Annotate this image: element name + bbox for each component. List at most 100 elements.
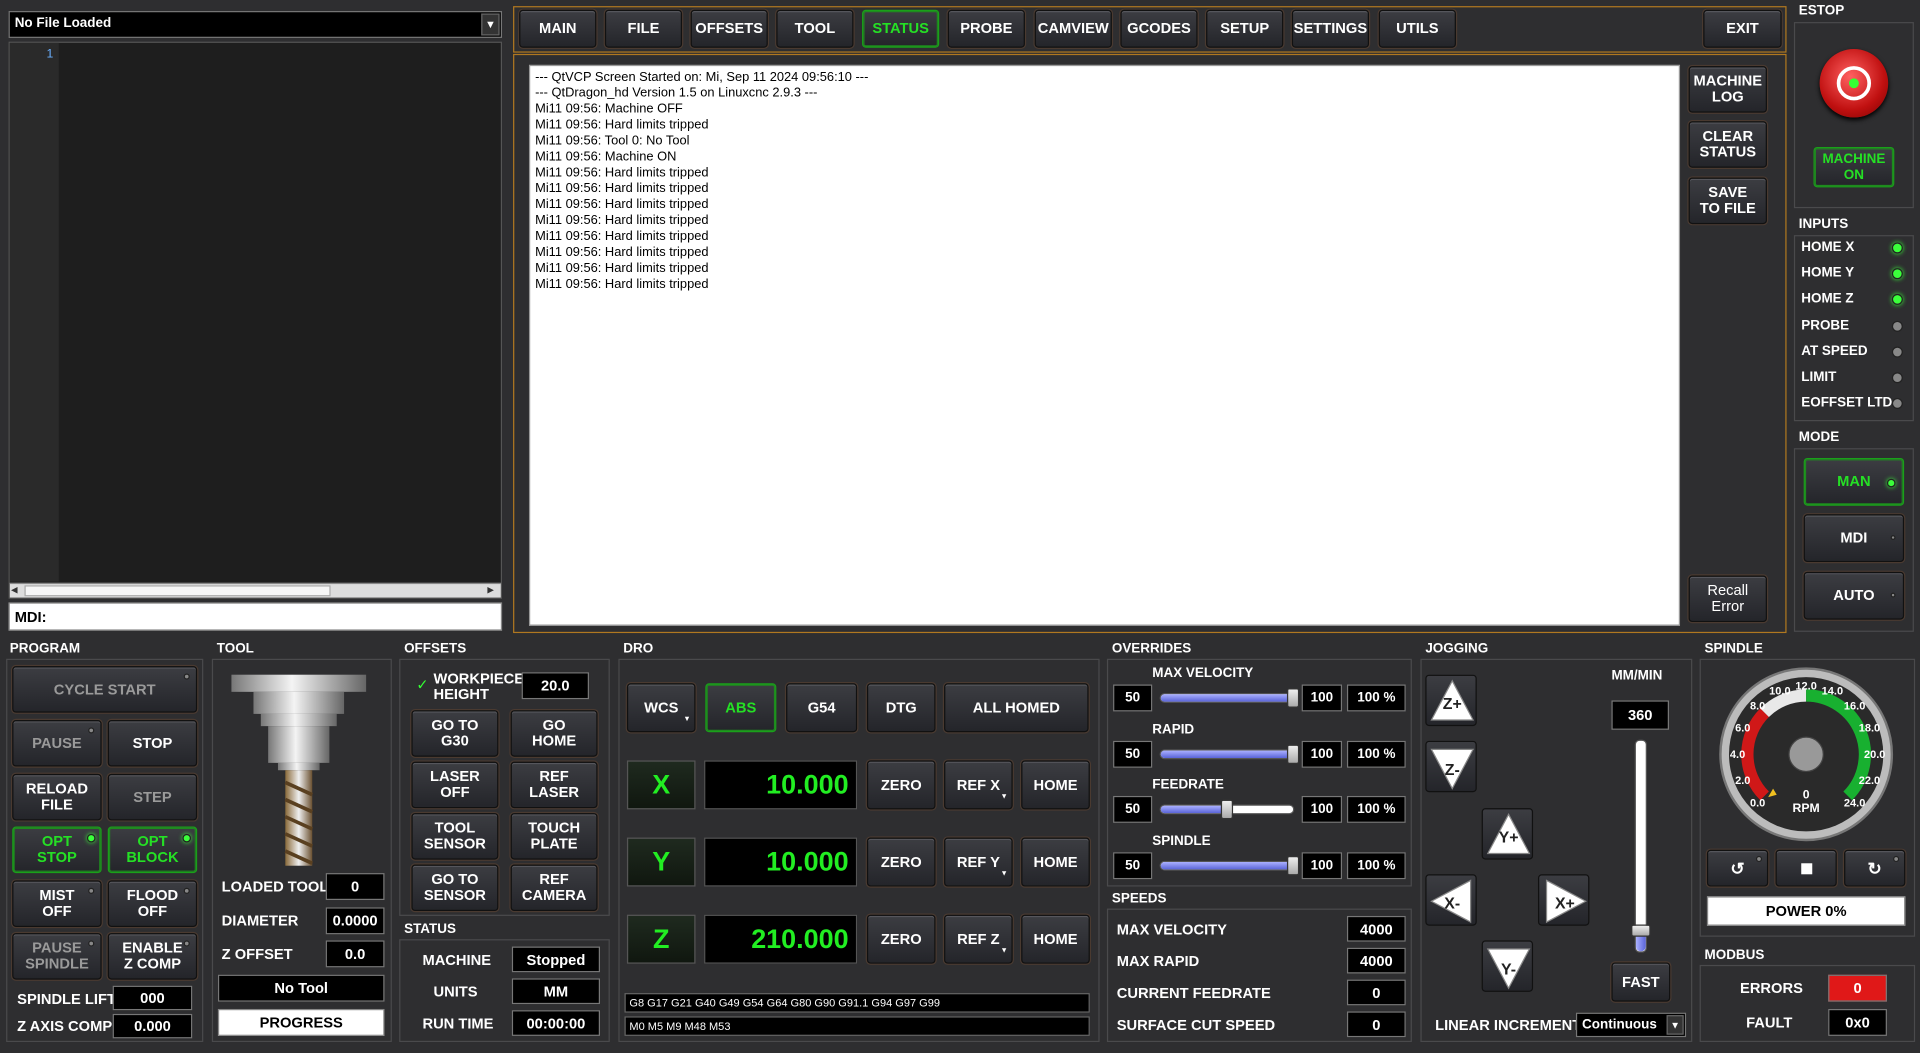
go-to-sensor-button[interactable]: GO TO SENSOR	[411, 864, 499, 912]
go-to-g30-button[interactable]: GO TO G30	[411, 710, 499, 757]
horizontal-scrollbar[interactable]: ◀ ▶	[9, 582, 501, 598]
ref-z-button[interactable]: REF Z ▼	[944, 914, 1013, 964]
cycle-start-button[interactable]: CYCLE START	[12, 666, 198, 713]
override-knob[interactable]	[1286, 744, 1299, 764]
tab-probe[interactable]: PROBE	[947, 9, 1025, 48]
home-z-button[interactable]: HOME	[1021, 914, 1090, 964]
jog-zplus-button[interactable]: Z+	[1425, 674, 1477, 727]
tab-status[interactable]: STATUS	[862, 9, 940, 48]
workpiece-height-field[interactable]: 20.0	[521, 672, 589, 700]
zero-y-button[interactable]: ZERO	[866, 837, 936, 887]
spindle-stop-button[interactable]	[1775, 849, 1837, 887]
gcode-editor[interactable]: 1 ◀ ▶	[8, 41, 503, 599]
mist-button[interactable]: MIST OFF	[12, 880, 102, 927]
stop-button[interactable]: STOP	[107, 720, 198, 767]
reload-file-button[interactable]: RELOAD FILE	[12, 773, 102, 821]
increment-select[interactable]: Continuous ▼	[1575, 1012, 1687, 1038]
speeds-title: SPEEDS	[1111, 891, 1167, 907]
opt-block-led	[182, 833, 192, 843]
file-selector[interactable]: No File Loaded ▼	[8, 11, 503, 38]
jog-xminus-button[interactable]: X-	[1425, 874, 1477, 926]
override-slider[interactable]	[1159, 800, 1295, 820]
override-min: 50	[1113, 796, 1153, 824]
man-led	[1886, 478, 1896, 488]
spindle-lift-field[interactable]: 000	[112, 985, 193, 1011]
exit-button[interactable]: EXIT	[1703, 9, 1782, 48]
z-axis-comp-field[interactable]: 0.000	[112, 1013, 193, 1039]
zero-x-button[interactable]: ZERO	[866, 760, 936, 810]
zero-z-button[interactable]: ZERO	[866, 914, 936, 964]
chevron-down-icon[interactable]: ▼	[1666, 1015, 1684, 1035]
scroll-right-icon[interactable]: ▶	[487, 585, 499, 596]
step-button[interactable]: STEP	[107, 773, 198, 821]
override-knob[interactable]	[1286, 688, 1299, 708]
save-to-file-button[interactable]: SAVE TO FILE	[1688, 177, 1767, 225]
touch-plate-button[interactable]: TOUCH PLATE	[510, 813, 598, 860]
tab-settings[interactable]: SETTINGS	[1291, 9, 1369, 48]
jog-xplus-button[interactable]: X+	[1537, 874, 1590, 926]
tab-offsets[interactable]: OFFSETS	[690, 9, 768, 48]
mode-title: MODE	[1798, 429, 1840, 445]
ref-label: REF X	[956, 775, 1001, 793]
override-slider[interactable]	[1159, 744, 1299, 764]
mode-mdi-button[interactable]: MDI	[1803, 514, 1905, 563]
recall-error-button[interactable]: Recall Error	[1688, 575, 1767, 623]
tab-file[interactable]: FILE	[604, 9, 683, 48]
mode-man-button[interactable]: MAN	[1803, 457, 1905, 506]
jog-zminus-button[interactable]: Z-	[1425, 740, 1477, 793]
tab-gcodes[interactable]: GCODES	[1120, 9, 1198, 48]
go-home-button[interactable]: GO HOME	[510, 710, 598, 757]
chevron-down-icon[interactable]: ▼	[481, 13, 500, 36]
override-percent: 100 %	[1346, 684, 1406, 712]
tool-sensor-button[interactable]: TOOL SENSOR	[411, 813, 499, 860]
jog-yminus-button[interactable]: Y-	[1481, 940, 1534, 992]
override-slider[interactable]	[1159, 688, 1299, 708]
spindle-cw-button[interactable]: ↻	[1844, 849, 1906, 887]
machine-log-button[interactable]: MACHINE LOG	[1688, 66, 1767, 113]
jog-rate-field[interactable]: 360	[1611, 700, 1669, 730]
ref-x-button[interactable]: REF X ▼	[944, 760, 1013, 810]
scroll-thumb[interactable]	[24, 585, 331, 597]
check-icon[interactable]: ✓	[416, 676, 428, 693]
abs-button[interactable]: ABS	[705, 683, 777, 733]
speed-value: 0	[1346, 979, 1406, 1006]
scroll-left-icon[interactable]: ◀	[11, 585, 23, 596]
machine-on-button[interactable]: MACHINE ON	[1813, 146, 1895, 188]
pause-spindle-button[interactable]: PAUSE SPINDLE	[12, 933, 102, 980]
fault-label: FAULT	[1746, 1013, 1793, 1032]
wcs-button[interactable]: WCS ▼	[626, 683, 696, 733]
tab-main[interactable]: MAIN	[519, 9, 597, 48]
jog-yplus-button[interactable]: Y+	[1481, 808, 1534, 860]
spindle-ccw-button[interactable]: ↺	[1706, 849, 1769, 887]
jog-rate-knob[interactable]	[1631, 924, 1651, 937]
tab-utils[interactable]: UTILS	[1378, 9, 1456, 48]
mdi-input[interactable]: MDI:	[8, 602, 503, 631]
g54-button[interactable]: G54	[786, 683, 858, 733]
fast-button[interactable]: FAST	[1611, 962, 1671, 1002]
estop-button[interactable]	[1819, 48, 1889, 118]
ref-laser-button[interactable]: REF LASER	[510, 761, 598, 809]
status-log[interactable]: --- QtVCP Screen Started on: Mi, Sep 11 …	[528, 64, 1681, 626]
mode-auto-button[interactable]: AUTO	[1803, 571, 1905, 620]
flood-button[interactable]: FLOOD OFF	[107, 880, 198, 927]
enable-zcomp-button[interactable]: ENABLE Z COMP	[107, 933, 198, 980]
ref-camera-button[interactable]: REF CAMERA	[510, 864, 598, 912]
laser-off-button[interactable]: LASER OFF	[411, 761, 499, 809]
override-knob[interactable]	[1286, 856, 1299, 876]
gauge-tick-label: 6.0	[1735, 723, 1750, 735]
override-slider[interactable]	[1159, 856, 1299, 876]
all-homed-button[interactable]: ALL HOMED	[944, 683, 1089, 733]
gauge-tick-label: 2.0	[1735, 775, 1750, 787]
ref-y-button[interactable]: REF Y ▼	[944, 837, 1013, 887]
auto-led	[1890, 592, 1896, 598]
clear-status-button[interactable]: CLEAR STATUS	[1688, 121, 1767, 168]
tab-camview[interactable]: CAMVIEW	[1034, 9, 1112, 48]
pause-button[interactable]: PAUSE	[12, 720, 102, 767]
tab-setup[interactable]: SETUP	[1206, 9, 1284, 48]
tab-tool[interactable]: TOOL	[776, 9, 854, 48]
override-knob[interactable]	[1220, 800, 1233, 820]
home-x-button[interactable]: HOME	[1021, 760, 1090, 810]
home-y-button[interactable]: HOME	[1021, 837, 1090, 887]
jog-rate-slider[interactable]	[1631, 739, 1651, 953]
dtg-button[interactable]: DTG	[866, 683, 936, 733]
